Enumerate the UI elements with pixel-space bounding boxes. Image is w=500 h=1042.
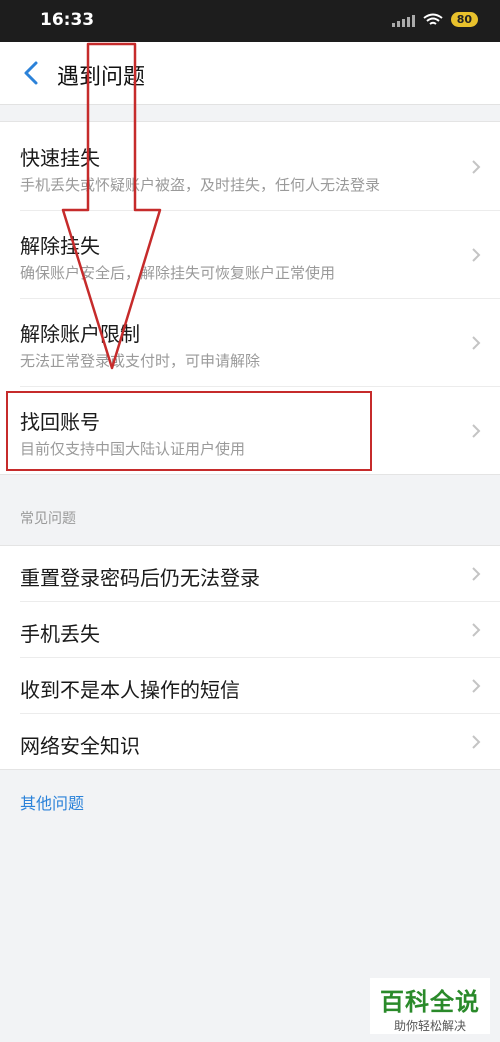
- item-title: 手机丢失: [20, 622, 100, 646]
- menu-item-quick-report-loss[interactable]: 快速挂失 手机丢失或怀疑账户被盗，及时挂失，任何人无法登录: [0, 122, 500, 210]
- wifi-icon: [423, 13, 443, 25]
- item-title: 网络安全知识: [20, 734, 140, 758]
- faq-item-reset-password[interactable]: 重置登录密码后仍无法登录: [0, 546, 500, 601]
- faq-item-phone-lost[interactable]: 手机丢失: [0, 602, 500, 657]
- highlight-box: [6, 391, 372, 471]
- item-title: 收到不是本人操作的短信: [20, 678, 240, 702]
- menu-item-remove-account-limit[interactable]: 解除账户限制 无法正常登录或支付时，可申请解除: [0, 298, 500, 386]
- other-questions-link[interactable]: 其他问题: [20, 790, 84, 814]
- nav-bar: 遇到问题: [0, 42, 500, 105]
- status-time: 16:33: [40, 10, 95, 30]
- chevron-right-icon: [472, 424, 481, 438]
- chevron-right-icon: [472, 623, 481, 637]
- page-title: 遇到问题: [57, 65, 146, 90]
- chevron-right-icon: [472, 679, 481, 693]
- back-arrow-icon[interactable]: [18, 58, 46, 88]
- item-subtitle: 手机丢失或怀疑账户被盗，及时挂失，任何人无法登录: [20, 176, 381, 194]
- chevron-right-icon: [472, 735, 481, 749]
- chevron-right-icon: [472, 160, 481, 174]
- item-subtitle: 确保账户安全后，解除挂失可恢复账户正常使用: [20, 264, 336, 282]
- menu-item-cancel-report-loss[interactable]: 解除挂失 确保账户安全后，解除挂失可恢复账户正常使用: [0, 210, 500, 298]
- faq-list: 重置登录密码后仍无法登录 手机丢失 收到不是本人操作的短信 网络安全知识: [0, 545, 500, 770]
- watermark-logo: 百科全说 助你轻松解决: [370, 978, 490, 1034]
- watermark-title: 百科全说: [380, 988, 480, 1016]
- status-bar: 16:33 80: [0, 0, 500, 42]
- item-title: 解除挂失: [20, 234, 100, 258]
- item-title: 重置登录密码后仍无法登录: [20, 566, 260, 590]
- chevron-right-icon: [472, 336, 481, 350]
- status-icons: 80: [391, 12, 478, 27]
- battery-indicator: 80: [450, 12, 478, 27]
- item-title: 解除账户限制: [20, 322, 140, 346]
- chevron-right-icon: [472, 248, 481, 262]
- chevron-right-icon: [472, 567, 481, 581]
- faq-section-label: 常见问题: [20, 511, 76, 527]
- faq-item-unauthorized-sms[interactable]: 收到不是本人操作的短信: [0, 658, 500, 713]
- faq-item-security-knowledge[interactable]: 网络安全知识: [0, 714, 500, 769]
- item-subtitle: 无法正常登录或支付时，可申请解除: [20, 352, 261, 370]
- signal-icon: [391, 13, 415, 27]
- item-title: 快速挂失: [20, 146, 100, 170]
- watermark-subtitle: 助你轻松解决: [393, 1019, 466, 1033]
